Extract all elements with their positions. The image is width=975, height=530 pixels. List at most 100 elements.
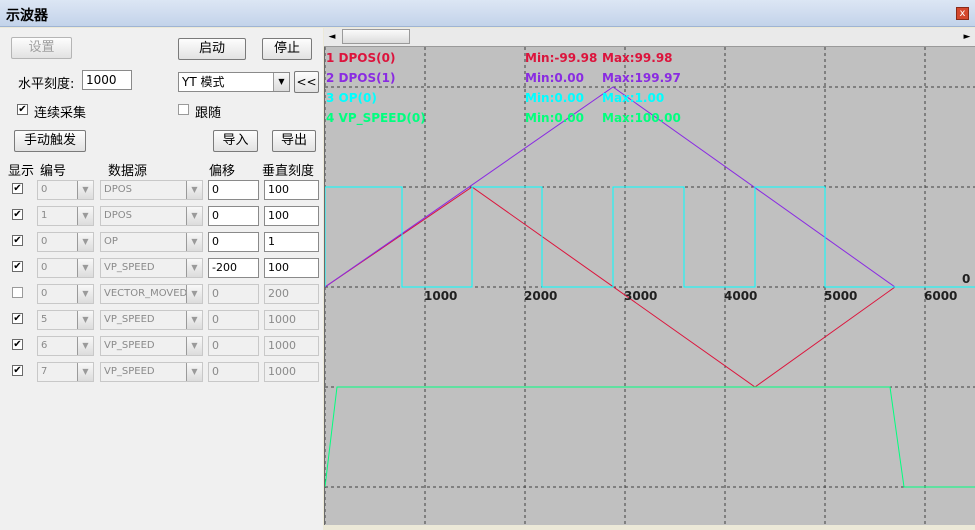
chevron-down-icon: ▼ <box>77 285 93 303</box>
chevron-down-icon: ▼ <box>186 259 202 277</box>
chevron-down-icon: ▼ <box>77 233 93 251</box>
row-show-checkbox[interactable] <box>12 287 23 298</box>
row-index-select[interactable]: 0 ▼ <box>37 232 94 252</box>
row-show-checkbox[interactable]: ✔ <box>12 339 23 350</box>
row-show-checkbox[interactable]: ✔ <box>12 235 23 246</box>
h-scale-input[interactable]: 1000 <box>82 70 132 90</box>
row-source-value: VP_SPEED <box>104 262 155 273</box>
row-offset-input[interactable]: 0 <box>208 310 259 330</box>
row-v-scale-input[interactable]: 1000 <box>264 310 319 330</box>
row-v-scale-input[interactable]: 100 <box>264 206 319 226</box>
row-index-value: 0 <box>41 236 48 247</box>
row-source-value: VP_SPEED <box>104 314 155 325</box>
stop-button[interactable]: 停止 <box>262 38 312 60</box>
row-index-value: 1 <box>41 210 48 221</box>
row-index-select[interactable]: 0 ▼ <box>37 284 94 304</box>
x-tick-label: 2000 <box>524 289 557 303</box>
legend-name: 4 VP_SPEED(0) <box>326 111 426 126</box>
scroll-thumb[interactable] <box>342 29 410 44</box>
row-index-value: 0 <box>41 288 48 299</box>
row-source-select[interactable]: VP_SPEED ▼ <box>100 362 203 382</box>
row-source-select[interactable]: VECTOR_MOVED ▼ <box>100 284 203 304</box>
row-source-select[interactable]: VP_SPEED ▼ <box>100 310 203 330</box>
row-index-select[interactable]: 5 ▼ <box>37 310 94 330</box>
series-line-4 <box>324 386 975 488</box>
row-source-value: OP <box>104 236 118 247</box>
row-source-select[interactable]: OP ▼ <box>100 232 203 252</box>
collapse-button[interactable]: << <box>294 71 319 93</box>
series-line-3 <box>324 186 975 288</box>
row-v-scale-input[interactable]: 1000 <box>264 362 319 382</box>
header-v-scale: 垂直刻度 <box>262 164 315 179</box>
row-index-select[interactable]: 6 ▼ <box>37 336 94 356</box>
row-offset-input[interactable]: 0 <box>208 232 259 252</box>
check-icon: ✔ <box>13 339 22 350</box>
row-show-checkbox[interactable]: ✔ <box>12 313 23 324</box>
row-offset-input[interactable]: -200 <box>208 258 259 278</box>
row-offset-input[interactable]: 0 <box>208 362 259 382</box>
x-tick-label: 3000 <box>624 289 657 303</box>
follow-checkbox[interactable] <box>178 104 189 115</box>
legend-min: Min:0.00 <box>525 71 584 85</box>
row-index-select[interactable]: 0 ▼ <box>37 258 94 278</box>
row-offset-input[interactable]: 0 <box>208 180 259 200</box>
row-source-select[interactable]: DPOS ▼ <box>100 180 203 200</box>
row-source-value: VP_SPEED <box>104 366 155 377</box>
control-panel: 设置 启动 停止 水平刻度: 1000 YT 模式 ▼ << ✔ 连续采集 跟随… <box>0 28 323 530</box>
legend-max: Max:1.00 <box>602 91 664 105</box>
row-offset-input[interactable]: 0 <box>208 206 259 226</box>
window-title: 示波器 <box>6 8 48 24</box>
row-v-scale-input[interactable]: 1 <box>264 232 319 252</box>
manual-trigger-button[interactable]: 手动触发 <box>14 130 86 152</box>
legend-name: 3 OP(0) <box>326 91 377 105</box>
check-icon: ✔ <box>13 183 22 194</box>
scroll-right-icon[interactable]: ► <box>959 29 975 45</box>
import-button[interactable]: 导入 <box>213 130 258 152</box>
row-v-scale-input[interactable]: 1000 <box>264 336 319 356</box>
mode-select[interactable]: YT 模式 ▼ <box>178 72 290 92</box>
row-v-scale-input[interactable]: 100 <box>264 180 319 200</box>
continuous-checkbox[interactable]: ✔ <box>17 104 28 115</box>
chevron-down-icon: ▼ <box>77 181 93 199</box>
row-show-checkbox[interactable]: ✔ <box>12 365 23 376</box>
close-button[interactable]: x <box>956 7 969 20</box>
chevron-down-icon: ▼ <box>186 233 202 251</box>
check-icon: ✔ <box>13 313 22 324</box>
scroll-left-icon[interactable]: ◄ <box>324 29 340 45</box>
title-bar: 示波器 x <box>0 0 975 27</box>
row-show-checkbox[interactable]: ✔ <box>12 261 23 272</box>
x-tick-label: 1000 <box>424 289 457 303</box>
chevron-down-icon: ▼ <box>186 311 202 329</box>
chevron-down-icon: ▼ <box>77 207 93 225</box>
row-v-scale-input[interactable]: 200 <box>264 284 319 304</box>
legend-min: Min:0.00 <box>525 91 584 105</box>
row-offset-input[interactable]: 0 <box>208 336 259 356</box>
row-index-value: 0 <box>41 262 48 273</box>
row-source-value: VECTOR_MOVED <box>104 288 188 299</box>
h-scale-label: 水平刻度: <box>18 77 75 92</box>
legend-max: Max:99.98 <box>602 51 673 65</box>
row-show-checkbox[interactable]: ✔ <box>12 183 23 194</box>
chevron-down-icon: ▼ <box>186 363 202 381</box>
row-index-select[interactable]: 0 ▼ <box>37 180 94 200</box>
legend-name: 1 DPOS(0) <box>326 51 395 65</box>
row-source-select[interactable]: VP_SPEED ▼ <box>100 336 203 356</box>
row-index-select[interactable]: 1 ▼ <box>37 206 94 226</box>
oscilloscope-plot[interactable]: 1000 2000 3000 4000 5000 6000 0 1 DPOS(0) Min:-9… <box>324 47 975 525</box>
horizontal-scrollbar[interactable]: ◄ ► <box>324 28 975 47</box>
chevron-down-icon: ▼ <box>186 285 202 303</box>
x-tick-label: 6000 <box>924 289 957 303</box>
row-v-scale-input[interactable]: 100 <box>264 258 319 278</box>
row-source-select[interactable]: DPOS ▼ <box>100 206 203 226</box>
row-source-value: DPOS <box>104 184 132 195</box>
start-button[interactable]: 启动 <box>178 38 246 60</box>
continuous-label: 连续采集 <box>34 106 87 121</box>
header-source: 数据源 <box>108 164 148 179</box>
export-button[interactable]: 导出 <box>272 130 316 152</box>
chevron-down-icon: ▼ <box>186 207 202 225</box>
row-show-checkbox[interactable]: ✔ <box>12 209 23 220</box>
row-index-select[interactable]: 7 ▼ <box>37 362 94 382</box>
settings-button[interactable]: 设置 <box>11 37 72 59</box>
row-source-select[interactable]: VP_SPEED ▼ <box>100 258 203 278</box>
row-offset-input[interactable]: 0 <box>208 284 259 304</box>
